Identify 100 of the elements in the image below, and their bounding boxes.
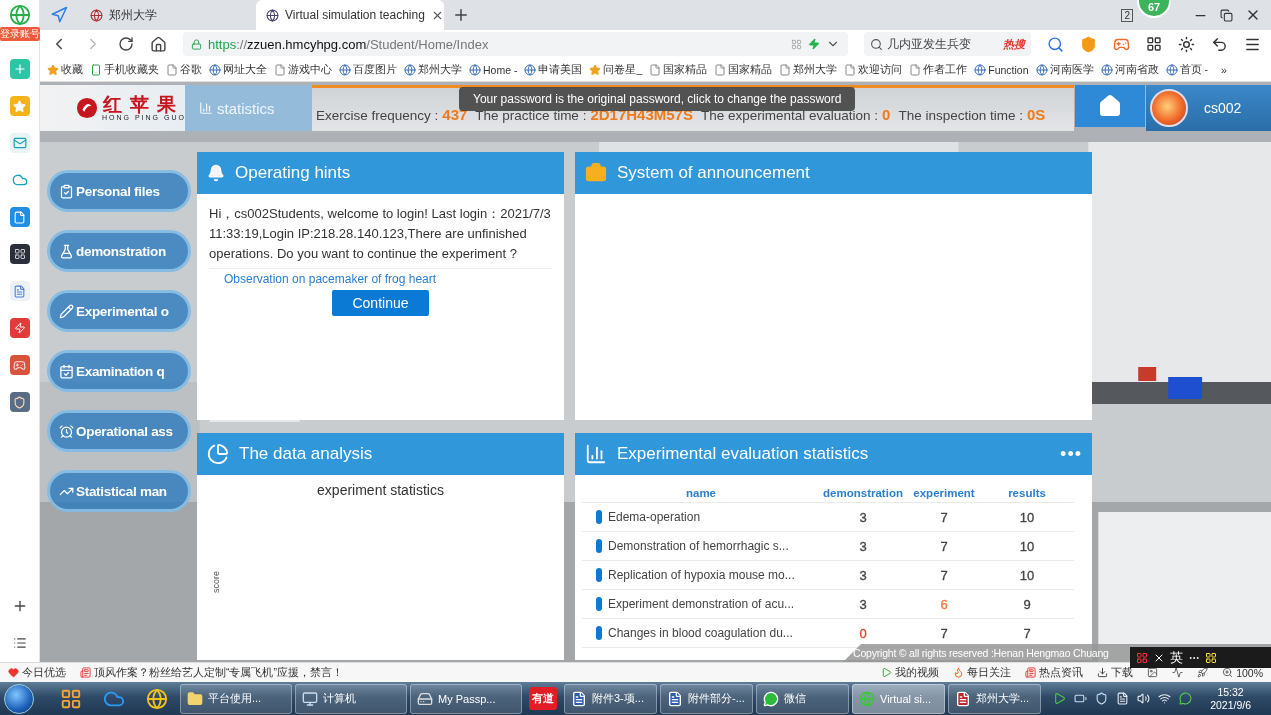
table-cell: Replication of hypoxia mouse mo... <box>582 568 820 582</box>
game-icon[interactable] <box>9 392 30 412</box>
mail-icon[interactable] <box>9 133 30 153</box>
game-icon[interactable] <box>9 355 30 375</box>
search-icon[interactable] <box>1047 35 1064 53</box>
zoom-level[interactable]: 100% <box>1222 666 1263 679</box>
browser-tab[interactable]: 郑州大学 <box>80 0 256 30</box>
menu-button[interactable]: Experimental o <box>47 290 191 332</box>
clock[interactable]: 15:32 2021/9/6 <box>1210 685 1261 712</box>
pie-chart-icon <box>207 443 229 465</box>
taskbar-button[interactable]: 郑州大学... <box>948 683 1041 714</box>
bookmark[interactable]: Function <box>973 63 1030 76</box>
menu-button[interactable]: Examination q <box>47 350 191 392</box>
bookmark[interactable]: 游戏中心 <box>273 62 333 77</box>
status-link[interactable]: 每日关注 <box>953 665 1012 680</box>
table-cell: Edema-operation <box>582 510 820 524</box>
table-cell: 10 <box>1019 538 1035 554</box>
app-icon[interactable] <box>9 244 30 264</box>
taskbar-button[interactable]: 微信 <box>756 683 849 714</box>
reload-icon[interactable] <box>118 36 134 52</box>
browser-logo-icon[interactable] <box>8 4 31 26</box>
taskbar-button[interactable]: 附件3-项... <box>564 683 657 714</box>
list-icon[interactable] <box>12 636 27 650</box>
menu-button[interactable]: Statistical man <box>47 470 191 512</box>
bookmark[interactable]: 收藏 <box>46 62 84 77</box>
user-name[interactable]: cs002 <box>1204 100 1242 116</box>
chat-icon[interactable] <box>1179 692 1193 705</box>
stat-value: 0S <box>1026 106 1046 123</box>
page-icon <box>844 63 857 76</box>
new-tab-icon[interactable] <box>452 6 470 24</box>
globe-icon <box>339 63 351 76</box>
status-link[interactable]: 今日优选 <box>8 665 66 680</box>
volume-icon[interactable] <box>1137 692 1151 705</box>
table-cell: 7 <box>940 625 948 641</box>
status-link[interactable]: 我的视频 <box>881 665 940 680</box>
avatar[interactable] <box>1150 89 1188 127</box>
network-icon[interactable] <box>1158 692 1172 705</box>
table-cell: 7 <box>1023 625 1031 641</box>
bookmark[interactable]: 申请美国 <box>523 62 584 77</box>
bookmark[interactable]: 首页 - <box>1164 62 1209 77</box>
bookmark[interactable]: 国家精品 <box>648 62 709 77</box>
bookmark[interactable]: 谷歌 <box>165 62 203 77</box>
home-button[interactable] <box>1075 85 1145 127</box>
bookmark[interactable]: 河南省政 <box>1099 62 1160 77</box>
page-icon <box>166 63 178 76</box>
browser-tab[interactable]: Virtual simulation teaching <box>256 0 444 30</box>
password-tooltip[interactable]: Your password is the original password, click to change the password <box>459 87 856 111</box>
bookmark[interactable]: 网址大全 <box>208 62 268 77</box>
battery-icon[interactable] <box>1074 692 1088 705</box>
bookmark[interactable]: 欢迎访问 <box>843 62 904 77</box>
more-bookmarks[interactable]: » <box>1220 63 1228 76</box>
bookmark[interactable]: 郑州大学 <box>403 62 463 77</box>
address-field[interactable]: https://zzuen.hmcyhpg.com/Student/Home/Index <box>183 32 849 56</box>
phone-icon <box>90 63 102 76</box>
home-icon[interactable] <box>150 35 167 53</box>
menu-button[interactable]: Operational ass <box>47 410 191 452</box>
start-button[interactable] <box>4 683 34 714</box>
pencil-icon <box>59 303 74 319</box>
taskbar-button[interactable]: 计算机 <box>295 683 407 714</box>
grid-icon[interactable] <box>1146 36 1162 52</box>
bookmark[interactable]: 河南医学 <box>1034 62 1095 77</box>
menu-button[interactable]: Personal files <box>47 170 191 212</box>
menu-button[interactable]: demonstration <box>47 230 191 272</box>
bookmark[interactable]: 郑州大学 <box>778 62 839 77</box>
document-icon[interactable] <box>9 281 30 301</box>
news-link[interactable]: 顶风作案？粉丝给艺人定制“专属飞机”应援，禁言！ <box>80 665 343 680</box>
status-link[interactable]: 下载 <box>1097 665 1134 680</box>
bookmark[interactable]: 手机收藏夹 <box>89 62 160 77</box>
window-count[interactable]: 2 <box>1121 8 1133 22</box>
globe-icon <box>266 8 279 22</box>
grid-icon[interactable] <box>1205 651 1217 664</box>
pulse-icon[interactable] <box>1172 667 1184 678</box>
continue-button[interactable]: Continue <box>332 290 429 316</box>
status-link[interactable]: 热点资讯 <box>1025 665 1084 680</box>
bookmark[interactable]: 国家精品 <box>713 62 774 77</box>
chat-icon <box>763 690 779 707</box>
bookmark[interactable]: 作者工作 <box>908 62 969 77</box>
document-icon[interactable] <box>1116 692 1130 705</box>
input-mode[interactable]: 英 <box>1170 648 1183 667</box>
sun-icon[interactable] <box>1178 35 1195 53</box>
bookmark[interactable]: Home - <box>468 63 519 76</box>
taskbar-button[interactable]: 平台使用... <box>180 683 292 714</box>
search-field[interactable]: 几内亚发生兵变 热搜 <box>864 32 1031 56</box>
stat-label: The inspection time : <box>898 108 1023 123</box>
column-header: demonstration <box>822 486 904 499</box>
media-icon[interactable] <box>1053 692 1067 705</box>
navigation-icon[interactable] <box>50 6 68 24</box>
undo-icon[interactable] <box>1211 35 1228 53</box>
bookmark[interactable]: 问卷星_ <box>588 62 644 77</box>
taskbar-button[interactable]: My Passp... <box>410 683 522 714</box>
rocket-icon[interactable] <box>1197 667 1209 678</box>
taskbar-button[interactable]: 附件部分-... <box>660 683 753 714</box>
app-icon[interactable] <box>60 687 82 710</box>
document-icon <box>667 690 683 707</box>
bookmark[interactable]: 百度图片 <box>338 62 398 77</box>
image-icon[interactable] <box>1147 667 1159 678</box>
restore-icon[interactable] <box>1220 8 1233 22</box>
experiment-link[interactable]: Observation on pacemaker of frog heart <box>224 272 564 286</box>
star-icon <box>589 63 602 76</box>
shield-icon[interactable] <box>1095 692 1109 705</box>
